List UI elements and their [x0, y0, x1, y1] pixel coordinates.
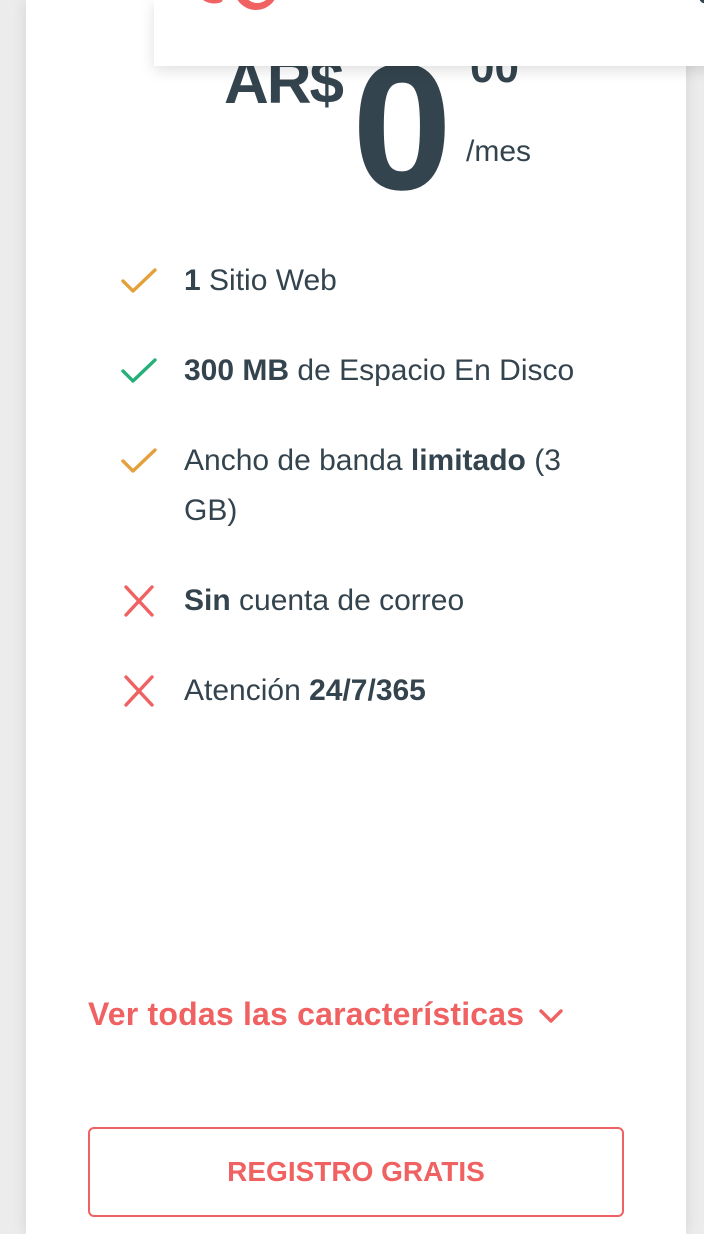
- feature-item-bandwidth: Ancho de banda limitado (3 GB): [26, 436, 686, 536]
- feature-bold: 24/7/365: [309, 674, 426, 707]
- check-icon: [121, 448, 157, 473]
- feature-text: cuenta de correo: [230, 584, 465, 617]
- feature-item-disk: 300 MB de Espacio En Disco: [26, 346, 686, 396]
- feature-item-support: Atención 24/7/365: [26, 666, 686, 716]
- feature-bold: 1: [184, 264, 201, 297]
- feature-text: Atención: [184, 674, 310, 707]
- check-icon: [121, 358, 157, 383]
- check-icon: [121, 268, 157, 293]
- feature-text: Ancho de banda: [184, 444, 411, 477]
- feature-list: 1 Sitio Web 300 MB de Espacio En Disco A…: [26, 256, 686, 756]
- cross-icon: [124, 675, 154, 707]
- price-period: /mes: [466, 135, 532, 168]
- brand-logo-icon[interactable]: [194, 0, 278, 18]
- feature-bold: 300 MB: [184, 354, 290, 387]
- see-all-features-link[interactable]: Ver todas las características: [88, 996, 564, 1033]
- header-partial-glyph: [699, 0, 704, 4]
- chevron-down-icon[interactable]: [538, 1007, 564, 1025]
- feature-bold: Sin: [184, 584, 231, 617]
- cross-icon: [124, 585, 154, 617]
- feature-item-email: Sin cuenta de correo: [26, 576, 686, 626]
- pricing-card: AR$ 0 00 /mes 1 Sitio Web 300 MB de Espa…: [26, 0, 686, 1234]
- register-free-button[interactable]: REGISTRO GRATIS: [88, 1127, 624, 1217]
- page: AR$ 0 00 /mes 1 Sitio Web 300 MB de Espa…: [0, 0, 704, 1234]
- feature-bold: limitado: [410, 444, 526, 477]
- feature-text: Sitio Web: [200, 264, 337, 297]
- sticky-header: [154, 0, 704, 66]
- see-all-label[interactable]: Ver todas las características: [88, 996, 524, 1033]
- feature-text: de Espacio En Disco: [289, 354, 575, 387]
- feature-item-sites: 1 Sitio Web: [26, 256, 686, 306]
